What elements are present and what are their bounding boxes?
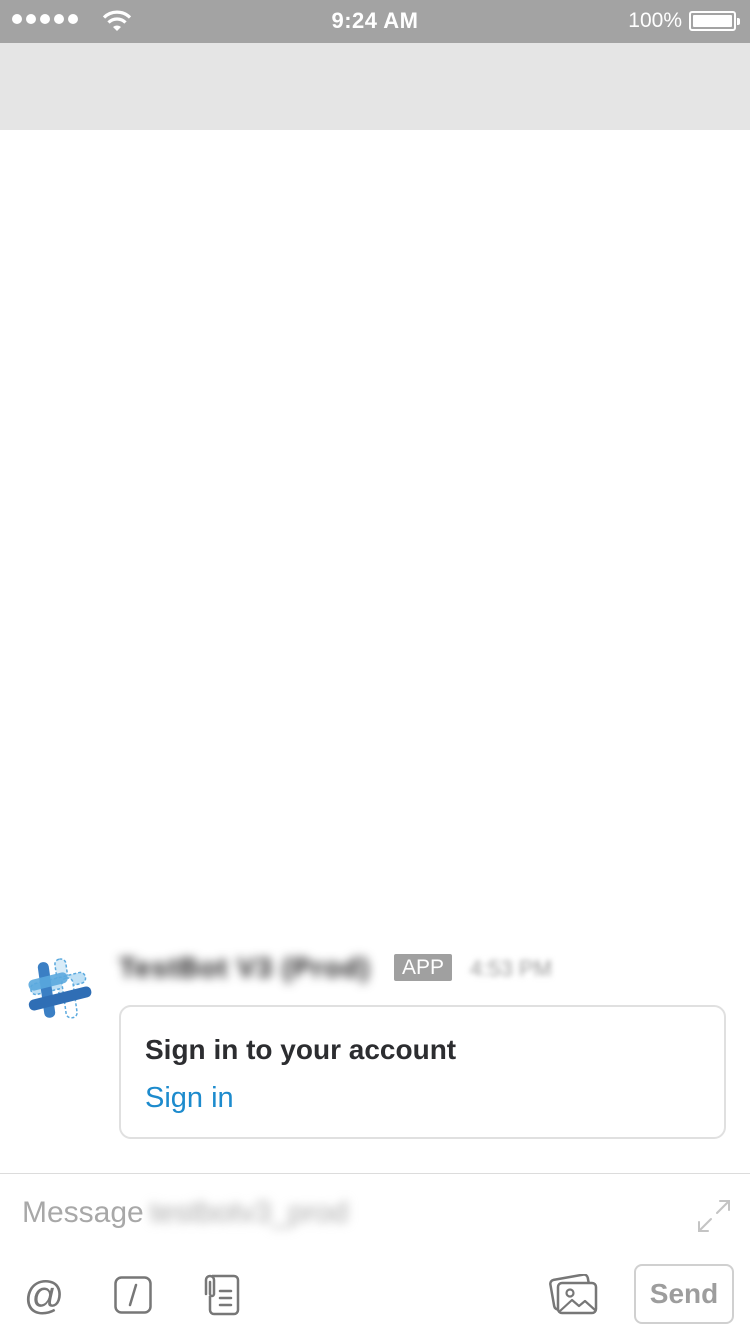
battery-percent: 100% — [628, 9, 682, 32]
message-placeholder: Message — [22, 1196, 144, 1229]
slack-hash-icon[interactable] — [22, 956, 96, 1022]
battery-fill — [693, 15, 732, 27]
message-item: TestBot V3 (Prod) APP 4:53 PM Sign in to… — [0, 940, 750, 1145]
attachment-title: Sign in to your account — [145, 1034, 457, 1065]
attachment-card: Sign in to your account Sign in — [119, 1005, 726, 1139]
at-glyph: @ — [23, 1274, 65, 1318]
message-input[interactable]: Message testbotv3_prod — [22, 1196, 682, 1238]
status-bar: 9:24 AM 100% — [0, 0, 750, 43]
message-timestamp: 4:53 PM — [470, 956, 552, 981]
sender-name[interactable]: TestBot V3 (Prod) — [119, 952, 370, 984]
composer-divider — [0, 1173, 750, 1174]
at-icon[interactable]: @ — [22, 1274, 66, 1318]
sign-in-link[interactable]: Sign in — [145, 1082, 234, 1115]
app-badge: APP — [394, 954, 453, 981]
navigation-bar — [0, 43, 750, 130]
channel-name: testbotv3_prod — [149, 1196, 349, 1229]
battery-icon — [689, 11, 740, 31]
slash-command-icon[interactable] — [114, 1276, 152, 1314]
files-icon[interactable] — [200, 1274, 240, 1316]
expand-icon[interactable] — [696, 1198, 732, 1234]
photo-icon[interactable] — [548, 1274, 600, 1316]
send-button[interactable]: Send — [634, 1264, 734, 1324]
